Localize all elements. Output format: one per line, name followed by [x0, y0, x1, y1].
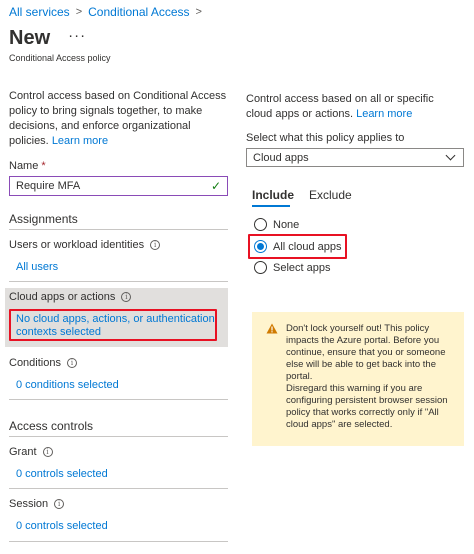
checkmark-icon: ✓: [210, 179, 221, 193]
info-icon[interactable]: i: [121, 292, 132, 302]
info-icon[interactable]: i: [150, 240, 161, 250]
divider: [9, 229, 228, 230]
breadcrumb-conditional-access[interactable]: Conditional Access: [88, 5, 189, 19]
warning-line-2: Disregard this warning if you are config…: [286, 383, 448, 430]
warning-icon: [266, 323, 278, 337]
chevron-down-icon: [445, 150, 456, 161]
applies-to-label: Select what this policy applies to: [246, 132, 405, 144]
breadcrumb: All services > Conditional Access >: [9, 5, 202, 19]
tab-include[interactable]: Include: [252, 188, 294, 202]
page-header: New ···: [9, 26, 86, 50]
radio-button-checked[interactable]: [254, 240, 267, 253]
more-options-button[interactable]: ···: [68, 26, 86, 46]
info-icon[interactable]: i: [66, 358, 77, 368]
name-label: Name *: [9, 160, 46, 172]
divider: [9, 399, 228, 400]
chevron-right-icon: >: [195, 6, 202, 18]
users-row-label: Users or workload identities i: [9, 239, 161, 251]
applies-to-dropdown[interactable]: Cloud apps: [246, 148, 464, 167]
conditions-label: Conditions: [9, 357, 61, 369]
cloud-apps-selection-link[interactable]: No cloud apps, actions, or authenticatio…: [16, 313, 216, 339]
info-icon[interactable]: i: [42, 447, 53, 457]
policy-description-text: Control access based on Conditional Acce…: [9, 90, 227, 147]
cloud-apps-label: Cloud apps or actions: [9, 291, 116, 303]
session-selection-link[interactable]: 0 controls selected: [16, 520, 108, 532]
learn-more-link[interactable]: Learn more: [52, 135, 108, 147]
divider: [9, 541, 228, 542]
divider: [9, 436, 228, 437]
radio-select-apps-label: Select apps: [273, 261, 331, 274]
assignments-heading: Assignments: [9, 212, 78, 226]
name-field-value: Require MFA: [16, 180, 81, 192]
users-selection-link[interactable]: All users: [16, 261, 58, 273]
conditions-selection-link[interactable]: 0 conditions selected: [16, 379, 119, 391]
grant-row-label: Grant i: [9, 446, 53, 458]
grant-label: Grant: [9, 446, 37, 458]
page-subtitle: Conditional Access policy: [9, 53, 111, 63]
policy-description: Control access based on Conditional Acce…: [9, 89, 231, 149]
radio-button[interactable]: [254, 261, 267, 274]
required-marker: *: [41, 160, 46, 172]
breadcrumb-all-services[interactable]: All services: [9, 5, 70, 19]
page-title: New: [9, 27, 51, 49]
info-icon[interactable]: i: [54, 499, 65, 509]
access-controls-heading: Access controls: [9, 419, 94, 433]
divider: [9, 281, 228, 282]
cloud-apps-row-label: Cloud apps or actions i: [9, 291, 132, 303]
cloud-apps-description: Control access based on all or specific …: [246, 92, 462, 122]
name-label-text: Name: [9, 160, 39, 172]
session-label: Session: [9, 498, 49, 510]
grant-selection-link[interactable]: 0 controls selected: [16, 468, 108, 480]
cloud-apps-learn-more-link[interactable]: Learn more: [356, 108, 412, 120]
radio-all-cloud-apps[interactable]: All cloud apps: [254, 240, 342, 253]
tab-include-indicator: [252, 205, 290, 207]
session-row-label: Session i: [9, 498, 65, 510]
divider: [9, 488, 228, 489]
warning-line-1: Don't lock yourself out! This policy imp…: [286, 323, 446, 382]
chevron-right-icon: >: [75, 6, 83, 18]
radio-select-apps[interactable]: Select apps: [254, 261, 330, 274]
radio-none-label: None: [273, 218, 300, 231]
radio-none[interactable]: None: [254, 218, 299, 231]
tab-exclude[interactable]: Exclude: [309, 188, 352, 202]
radio-button[interactable]: [254, 218, 267, 231]
applies-to-value: Cloud apps: [253, 151, 309, 164]
name-field[interactable]: Require MFA ✓: [9, 176, 228, 196]
users-label: Users or workload identities: [9, 239, 145, 251]
warning-text: Don't lock yourself out! This policy imp…: [286, 323, 460, 431]
radio-all-cloud-apps-label: All cloud apps: [273, 240, 342, 253]
conditions-row-label: Conditions i: [9, 357, 77, 369]
